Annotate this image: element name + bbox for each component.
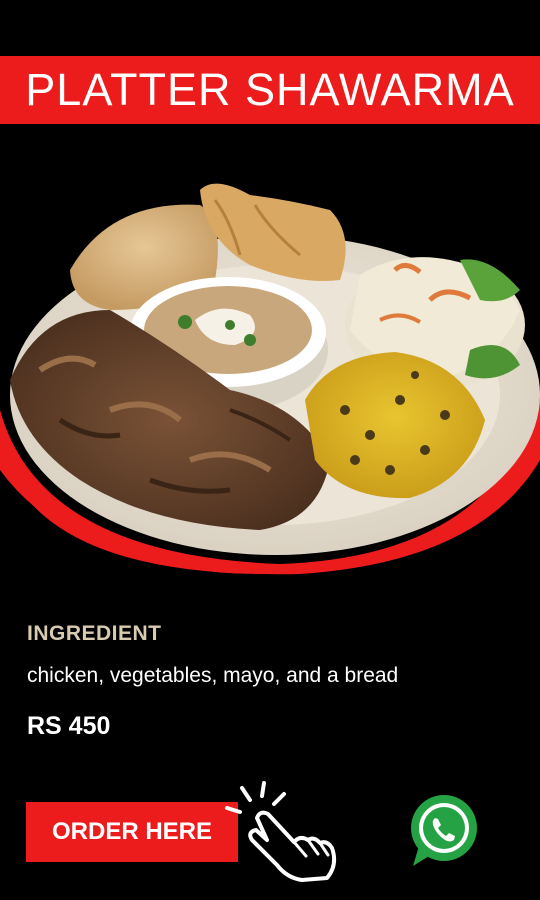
title-banner: PLATTER SHAWARMA	[0, 56, 540, 124]
whatsapp-icon[interactable]	[405, 792, 483, 870]
hand-pointer-icon	[225, 781, 337, 882]
price-label: RS 450	[27, 712, 111, 740]
ingredient-description: chicken, vegetables, mayo, and a bread	[27, 664, 399, 687]
order-button-label: ORDER HERE	[51, 818, 213, 845]
shawarma-platter-image	[0, 183, 540, 575]
page-title: PLATTER SHAWARMA	[25, 64, 515, 115]
ingredient-heading: INGREDIENT	[27, 622, 162, 645]
order-here-button[interactable]: ORDER HERE	[26, 802, 238, 862]
